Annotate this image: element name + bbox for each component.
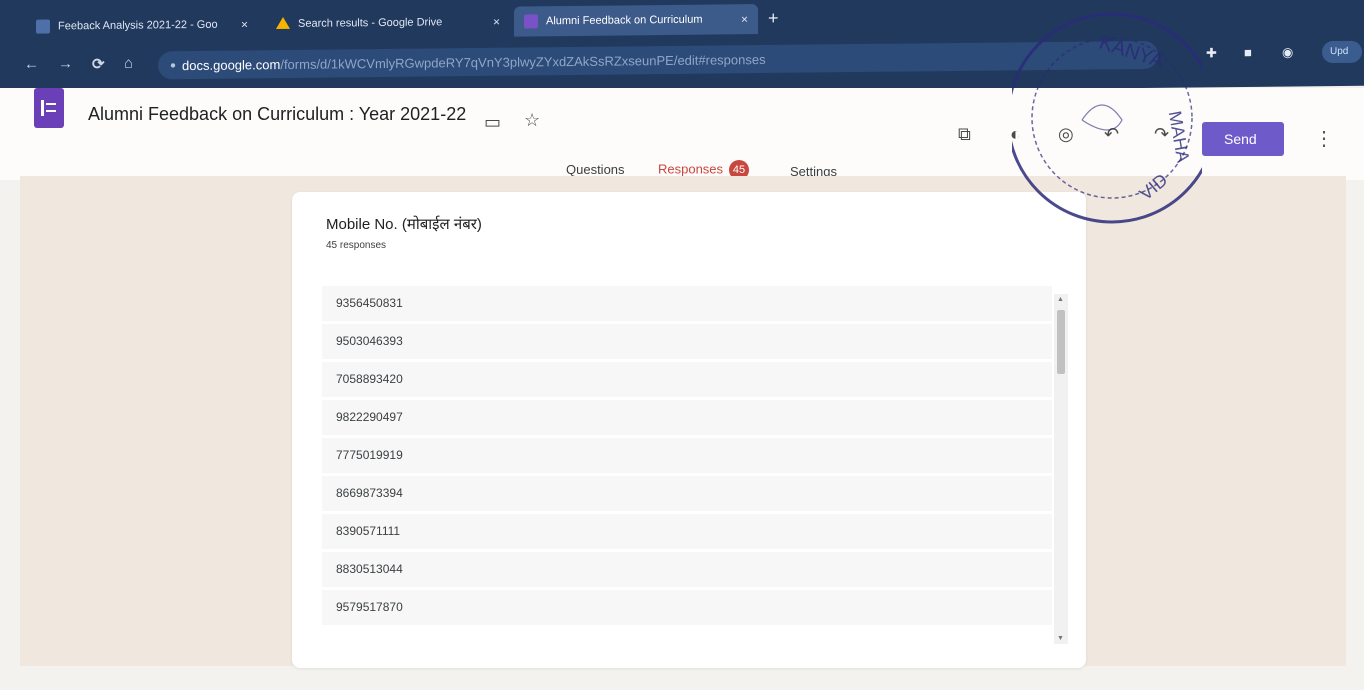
tab-title: Search results - Google Drive (298, 16, 443, 30)
question-title: Mobile No. (मोबाईल नंबर) (326, 216, 482, 233)
svg-text:MAHA: MAHA (1165, 109, 1194, 164)
new-tab-button[interactable]: + (768, 8, 779, 29)
update-button[interactable]: Upd (1322, 40, 1362, 64)
form-title[interactable]: Alumni Feedback on Curriculum : Year 202… (88, 104, 466, 125)
institution-stamp: KANYA MAHA VID (1012, 12, 1202, 224)
forms-logo-icon[interactable] (34, 88, 64, 128)
more-options-icon[interactable]: ⋮ (1314, 126, 1334, 151)
close-icon[interactable]: × (493, 15, 500, 29)
browser-tab-feedback-analysis[interactable]: Feeback Analysis 2021-22 - Goo × (26, 9, 258, 41)
url-host: docs.google.com (182, 56, 281, 73)
list-item: 7775019919 (322, 438, 1052, 473)
profile-avatar-icon[interactable]: ◉ (1282, 44, 1293, 60)
tab-responses-label: Responses (658, 161, 724, 177)
tab-questions[interactable]: Questions (566, 162, 625, 177)
folder-icon[interactable]: ▭ (484, 112, 501, 133)
scroll-up-icon[interactable]: ▲ (1057, 296, 1064, 303)
reload-icon[interactable]: ⟳ (92, 55, 105, 73)
forward-icon[interactable]: → (58, 55, 73, 72)
url-path: /forms/d/1kWCVmlyRGwpdeRY7qVnY3plwyZYxdZ… (280, 51, 766, 72)
address-bar[interactable]: ● docs.google.com /forms/d/1kWCVmlyRGwpd… (158, 40, 1158, 80)
response-list-scrollbar[interactable]: ▲ ▼ (1054, 294, 1068, 644)
forms-icon (524, 14, 538, 29)
list-item: 7058893420 (322, 362, 1052, 397)
list-item: 8390571111 (322, 514, 1052, 549)
back-icon[interactable]: ← (24, 56, 39, 73)
close-icon[interactable]: × (741, 12, 748, 26)
home-icon[interactable]: ⌂ (124, 55, 133, 72)
svg-text:VID: VID (1136, 170, 1172, 205)
lock-icon: ● (170, 59, 177, 71)
send-button[interactable]: Send (1202, 122, 1284, 156)
list-item: 8830513044 (322, 552, 1052, 587)
list-item: 9822290497 (322, 400, 1052, 435)
tab-title: Feeback Analysis 2021-22 - Goo (58, 18, 218, 33)
tab-title: Alumni Feedback on Curriculum (546, 13, 703, 28)
sheets-icon (36, 19, 50, 34)
extensions-icon[interactable]: ✚ (1206, 45, 1217, 61)
list-item: 8669873394 (322, 476, 1052, 511)
list-item: 9356450831 (322, 286, 1052, 321)
scroll-down-icon[interactable]: ▼ (1057, 635, 1064, 642)
drive-icon (276, 17, 290, 31)
addon-icon[interactable]: ⧉ (958, 124, 971, 145)
question-response-card: Mobile No. (मोबाईल नंबर) 45 responses 93… (292, 192, 1086, 668)
list-item: 9579517870 (322, 590, 1052, 625)
list-item: 9503046393 (322, 324, 1052, 359)
scrollbar-thumb[interactable] (1057, 310, 1065, 374)
close-icon[interactable]: × (241, 17, 248, 31)
response-list[interactable]: 9356450831 9503046393 7058893420 9822290… (322, 286, 1052, 642)
browser-tab-alumni-feedback[interactable]: Alumni Feedback on Curriculum × (514, 4, 758, 37)
sidepanel-icon[interactable]: ■ (1244, 45, 1252, 60)
browser-tab-google-drive[interactable]: Search results - Google Drive × (266, 7, 510, 40)
star-icon[interactable]: ☆ (524, 110, 540, 131)
svg-text:KANYA: KANYA (1097, 31, 1167, 73)
response-count: 45 responses (326, 240, 387, 251)
